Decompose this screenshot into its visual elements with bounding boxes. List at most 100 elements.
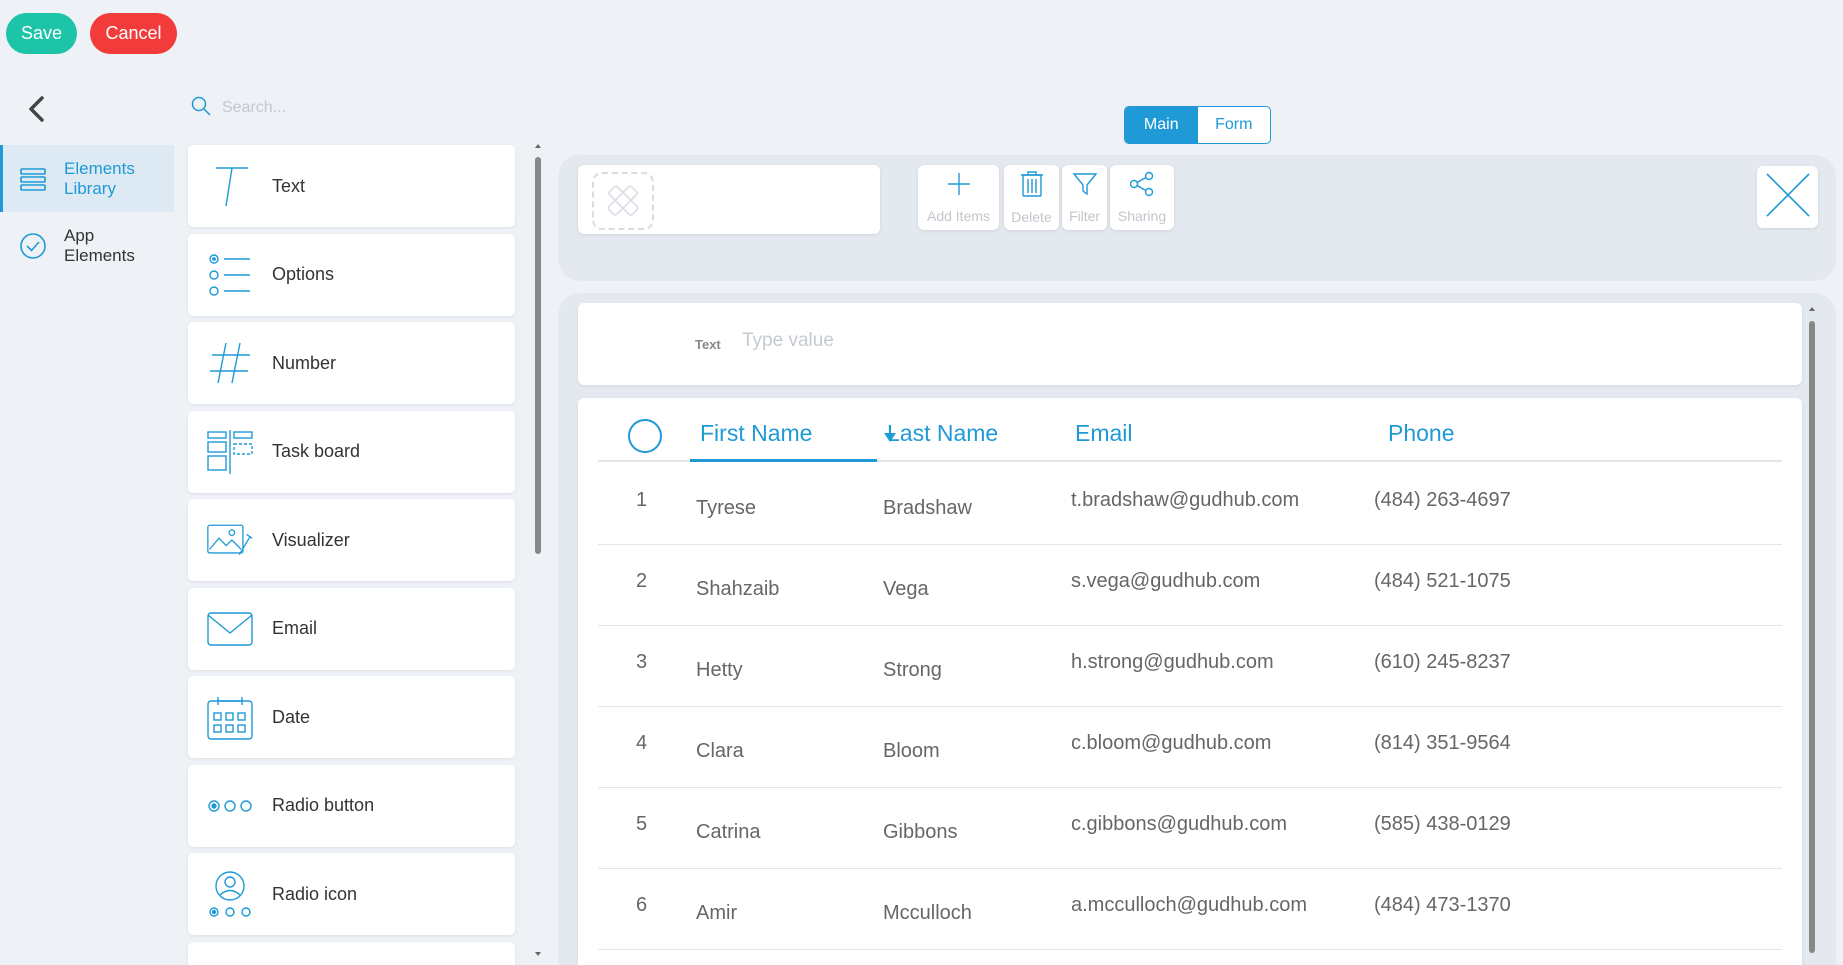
main-scrollbar[interactable] xyxy=(1806,305,1818,965)
library-item-label: Radio button xyxy=(272,795,375,815)
cell-first-name: Amir xyxy=(696,902,738,924)
cell-first-name: Tyrese xyxy=(696,497,757,519)
filter-label: Filter xyxy=(1068,208,1101,224)
library-item-label: Date xyxy=(272,706,311,727)
cell-last-name: Vega xyxy=(883,578,929,600)
date-icon xyxy=(206,693,254,741)
items-table: First Name Last Name Email Phone 1 Tyres… xyxy=(578,398,1802,965)
sidebar-item-label: App Elements xyxy=(64,225,135,265)
tab-main[interactable]: Main xyxy=(1125,107,1198,143)
radio-icon-icon xyxy=(206,870,254,918)
library-item-date[interactable]: Date xyxy=(188,676,515,758)
add-items-button[interactable]: Add Items xyxy=(918,165,999,230)
cancel-button[interactable]: Cancel xyxy=(90,13,177,54)
library-item-label: Task board xyxy=(272,441,361,461)
delete-label: Delete xyxy=(1011,209,1052,225)
cell-last-name: Mcculloch xyxy=(883,902,972,924)
search-icon xyxy=(190,95,212,122)
cell-phone: (484) 263-4697 xyxy=(1374,489,1511,511)
sidebar-item-app-elements[interactable]: App Elements xyxy=(0,212,174,279)
library-item-partial[interactable] xyxy=(188,941,515,965)
task-board-icon xyxy=(206,428,254,476)
back-arrow-icon[interactable] xyxy=(24,92,50,126)
close-icon xyxy=(1763,170,1813,225)
table-row[interactable]: 4 Clara Bloom c.bloom@gudhub.com (814) 3… xyxy=(598,707,1782,788)
library-item-label: Options xyxy=(272,264,335,284)
sidebar-item-elements-library[interactable]: Elements Library xyxy=(0,145,174,212)
library-item-radio-icon[interactable]: Radio icon xyxy=(188,853,515,935)
library-item-label: Visualizer xyxy=(272,529,350,550)
row-number: 2 xyxy=(636,570,648,592)
table-header: First Name Last Name Email Phone xyxy=(598,398,1782,462)
table-row[interactable]: 3 Hetty Strong h.strong@gudhub.com (610)… xyxy=(598,626,1782,707)
select-all-checkbox[interactable] xyxy=(628,419,662,453)
cell-first-name: Clara xyxy=(696,740,744,762)
text-field-label: Text xyxy=(695,337,721,352)
cell-first-name: Catrina xyxy=(696,821,761,843)
table-row[interactable]: 1 Tyrese Bradshaw t.bradshaw@gudhub.com … xyxy=(598,464,1782,545)
text-icon xyxy=(206,162,254,210)
row-number: 3 xyxy=(636,651,648,673)
options-icon xyxy=(206,251,254,299)
column-header-phone[interactable]: Phone xyxy=(1388,420,1455,447)
cell-phone: (484) 521-1075 xyxy=(1374,570,1511,592)
share-icon xyxy=(1128,171,1156,202)
sidebar-item-label: Elements Library xyxy=(64,158,135,198)
email-icon xyxy=(206,605,254,653)
row-number: 5 xyxy=(636,813,648,835)
cell-last-name: Strong xyxy=(883,659,942,681)
cell-first-name: Hetty xyxy=(696,659,743,681)
filter-button[interactable]: Filter xyxy=(1062,165,1107,230)
sharing-label: Sharing xyxy=(1117,208,1167,224)
table-row[interactable]: 2 Shahzaib Vega s.vega@gudhub.com (484) … xyxy=(598,545,1782,626)
cell-email: h.strong@gudhub.com xyxy=(1071,651,1274,673)
sharing-button[interactable]: Sharing xyxy=(1110,165,1174,230)
column-header-email[interactable]: Email xyxy=(1075,420,1133,447)
column-header-first-name[interactable]: First Name xyxy=(700,420,812,447)
cell-phone: (814) 351-9564 xyxy=(1374,732,1511,754)
library-item-label: Radio icon xyxy=(272,883,358,904)
library-scrollbar[interactable] xyxy=(532,142,544,965)
text-filter-card: Text xyxy=(578,303,1802,385)
trash-icon xyxy=(1019,170,1045,203)
column-header-last-name[interactable]: Last Name xyxy=(887,420,998,447)
library-item-task-board[interactable]: Task board xyxy=(188,410,515,493)
check-circle-icon xyxy=(18,231,48,261)
visualizer-icon xyxy=(206,516,254,564)
close-button[interactable] xyxy=(1757,166,1818,228)
cell-email: c.gibbons@gudhub.com xyxy=(1071,813,1287,835)
filter-icon xyxy=(1072,171,1098,202)
app-logo-box[interactable] xyxy=(578,165,880,234)
library-item-label: Text xyxy=(272,175,306,196)
cell-phone: (610) 245-8237 xyxy=(1374,651,1511,673)
library-item-radio-button[interactable]: Radio button xyxy=(188,764,515,847)
cell-last-name: Bloom xyxy=(883,740,940,762)
library-item-email[interactable]: Email xyxy=(188,587,515,670)
library-item-text[interactable]: Text xyxy=(188,145,515,227)
library-item-label: Email xyxy=(272,618,318,638)
tab-form[interactable]: Form xyxy=(1198,107,1271,143)
layers-icon xyxy=(18,164,48,194)
cell-first-name: Shahzaib xyxy=(696,578,780,600)
library-item-visualizer[interactable]: Visualizer xyxy=(188,499,515,581)
delete-button[interactable]: Delete xyxy=(1004,165,1059,230)
library-item-options[interactable]: Options xyxy=(188,233,515,316)
text-value-input[interactable] xyxy=(742,330,1142,352)
library-item-number[interactable]: Number xyxy=(188,322,515,404)
search-input[interactable] xyxy=(222,99,502,117)
cell-email: t.bradshaw@gudhub.com xyxy=(1071,489,1300,511)
cell-email: a.mcculloch@gudhub.com xyxy=(1071,894,1307,916)
table-row[interactable]: 5 Catrina Gibbons c.gibbons@gudhub.com (… xyxy=(598,788,1782,869)
cell-phone: (585) 438-0129 xyxy=(1374,813,1511,835)
sort-indicator-underline xyxy=(690,459,877,462)
partial-icon xyxy=(206,946,254,965)
table-row[interactable]: 6 Amir Mcculloch a.mcculloch@gudhub.com … xyxy=(598,869,1782,950)
cell-email: s.vega@gudhub.com xyxy=(1071,570,1261,592)
plus-icon xyxy=(946,171,972,202)
save-button[interactable]: Save xyxy=(6,13,77,54)
number-icon xyxy=(206,339,254,387)
view-tabs: Main Form xyxy=(1124,106,1271,144)
row-number: 4 xyxy=(636,732,648,754)
elements-library-list: Text Options Number Task board Visualize… xyxy=(188,145,515,965)
cell-last-name: Bradshaw xyxy=(883,497,972,519)
